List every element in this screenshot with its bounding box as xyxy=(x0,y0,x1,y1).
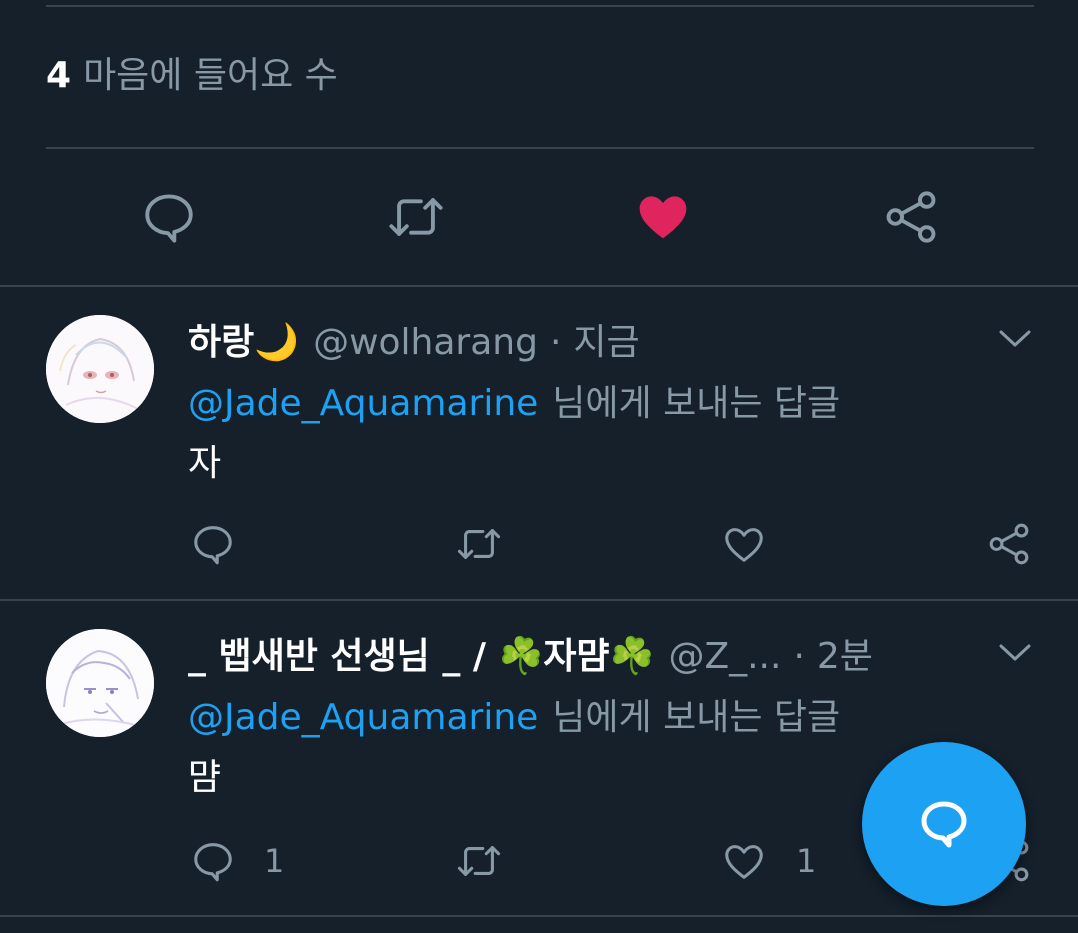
mention-link[interactable]: @Jade_Aquamarine xyxy=(188,383,538,424)
avatar[interactable] xyxy=(46,629,154,737)
tweet-header: 하랑🌙 @wolharang · 지금 xyxy=(188,319,640,367)
replying-to: @Jade_Aquamarine 님에게 보내는 답글 xyxy=(188,694,840,742)
avatar-drawing xyxy=(46,315,154,423)
like-button[interactable] xyxy=(720,521,796,567)
likes-summary[interactable]: 4 마음에 들어요 수 xyxy=(46,52,338,100)
chevron-down-icon xyxy=(999,330,1031,347)
separator-dot: · xyxy=(793,636,805,677)
share-icon xyxy=(886,191,936,243)
comment-icon xyxy=(145,194,193,243)
reply-tweet[interactable]: 하랑🌙 @wolharang · 지금 @Jade_Aquamarine 님에게 보내는… xyxy=(0,288,1078,599)
tweet-text: 먐 xyxy=(188,757,222,798)
actions-divider xyxy=(0,285,1078,287)
chevron-down-icon xyxy=(999,644,1031,661)
more-options-button[interactable] xyxy=(996,326,1034,356)
retweet-button[interactable] xyxy=(454,521,504,567)
main-reply-button[interactable] xyxy=(140,188,198,246)
main-share-button[interactable] xyxy=(882,188,940,246)
timestamp[interactable]: 지금 xyxy=(573,322,639,363)
retweet-icon xyxy=(457,846,501,876)
replying-to: @Jade_Aquamarine 님에게 보내는 답글 xyxy=(188,380,840,428)
avatar-drawing xyxy=(46,629,154,737)
replying-to-label: 님에게 보내는 답글 xyxy=(552,697,841,738)
tweet-header: _ 뱁새반 선생님 _ / ☘️자먐☘️ @Z_... · 2분 xyxy=(188,633,873,681)
share-icon xyxy=(989,523,1029,565)
tweet-text: 자 xyxy=(188,443,222,484)
more-options-button[interactable] xyxy=(996,640,1034,670)
timestamp[interactable]: 2분 xyxy=(817,636,873,677)
tweet-divider xyxy=(0,599,1078,601)
bottom-divider xyxy=(0,915,1078,917)
reply-button[interactable] xyxy=(190,521,264,567)
separator-dot: · xyxy=(549,322,562,363)
compose-reply-icon xyxy=(921,801,967,848)
top-divider xyxy=(46,5,1034,7)
main-retweet-button[interactable] xyxy=(386,188,446,246)
retweet-icon xyxy=(389,198,443,236)
avatar[interactable] xyxy=(46,315,154,423)
reply-button[interactable]: 1 xyxy=(190,838,284,884)
likes-count: 4 xyxy=(46,55,72,96)
comment-icon xyxy=(194,526,232,565)
retweet-button[interactable] xyxy=(454,838,504,884)
username[interactable]: @Z_... xyxy=(668,636,781,677)
compose-reply-button[interactable] xyxy=(862,742,1026,906)
heart-filled-icon xyxy=(639,196,687,239)
retweet-icon xyxy=(457,529,501,559)
heart-icon xyxy=(725,528,763,562)
heart-icon xyxy=(725,845,763,879)
main-like-button[interactable] xyxy=(634,188,692,244)
summary-divider xyxy=(46,147,1034,149)
display-name[interactable]: 하랑🌙 xyxy=(188,322,299,363)
like-button[interactable]: 1 xyxy=(720,838,816,884)
likes-label: 마음에 들어요 수 xyxy=(83,55,338,96)
username[interactable]: @wolharang xyxy=(313,322,538,363)
comment-icon xyxy=(194,843,232,882)
reply-count: 1 xyxy=(264,842,285,880)
share-button[interactable] xyxy=(986,521,1032,567)
mention-link[interactable]: @Jade_Aquamarine xyxy=(188,697,538,738)
like-count: 1 xyxy=(796,842,817,880)
replying-to-label: 님에게 보내는 답글 xyxy=(552,383,841,424)
display-name[interactable]: _ 뱁새반 선생님 _ / ☘️자먐☘️ xyxy=(188,636,654,677)
